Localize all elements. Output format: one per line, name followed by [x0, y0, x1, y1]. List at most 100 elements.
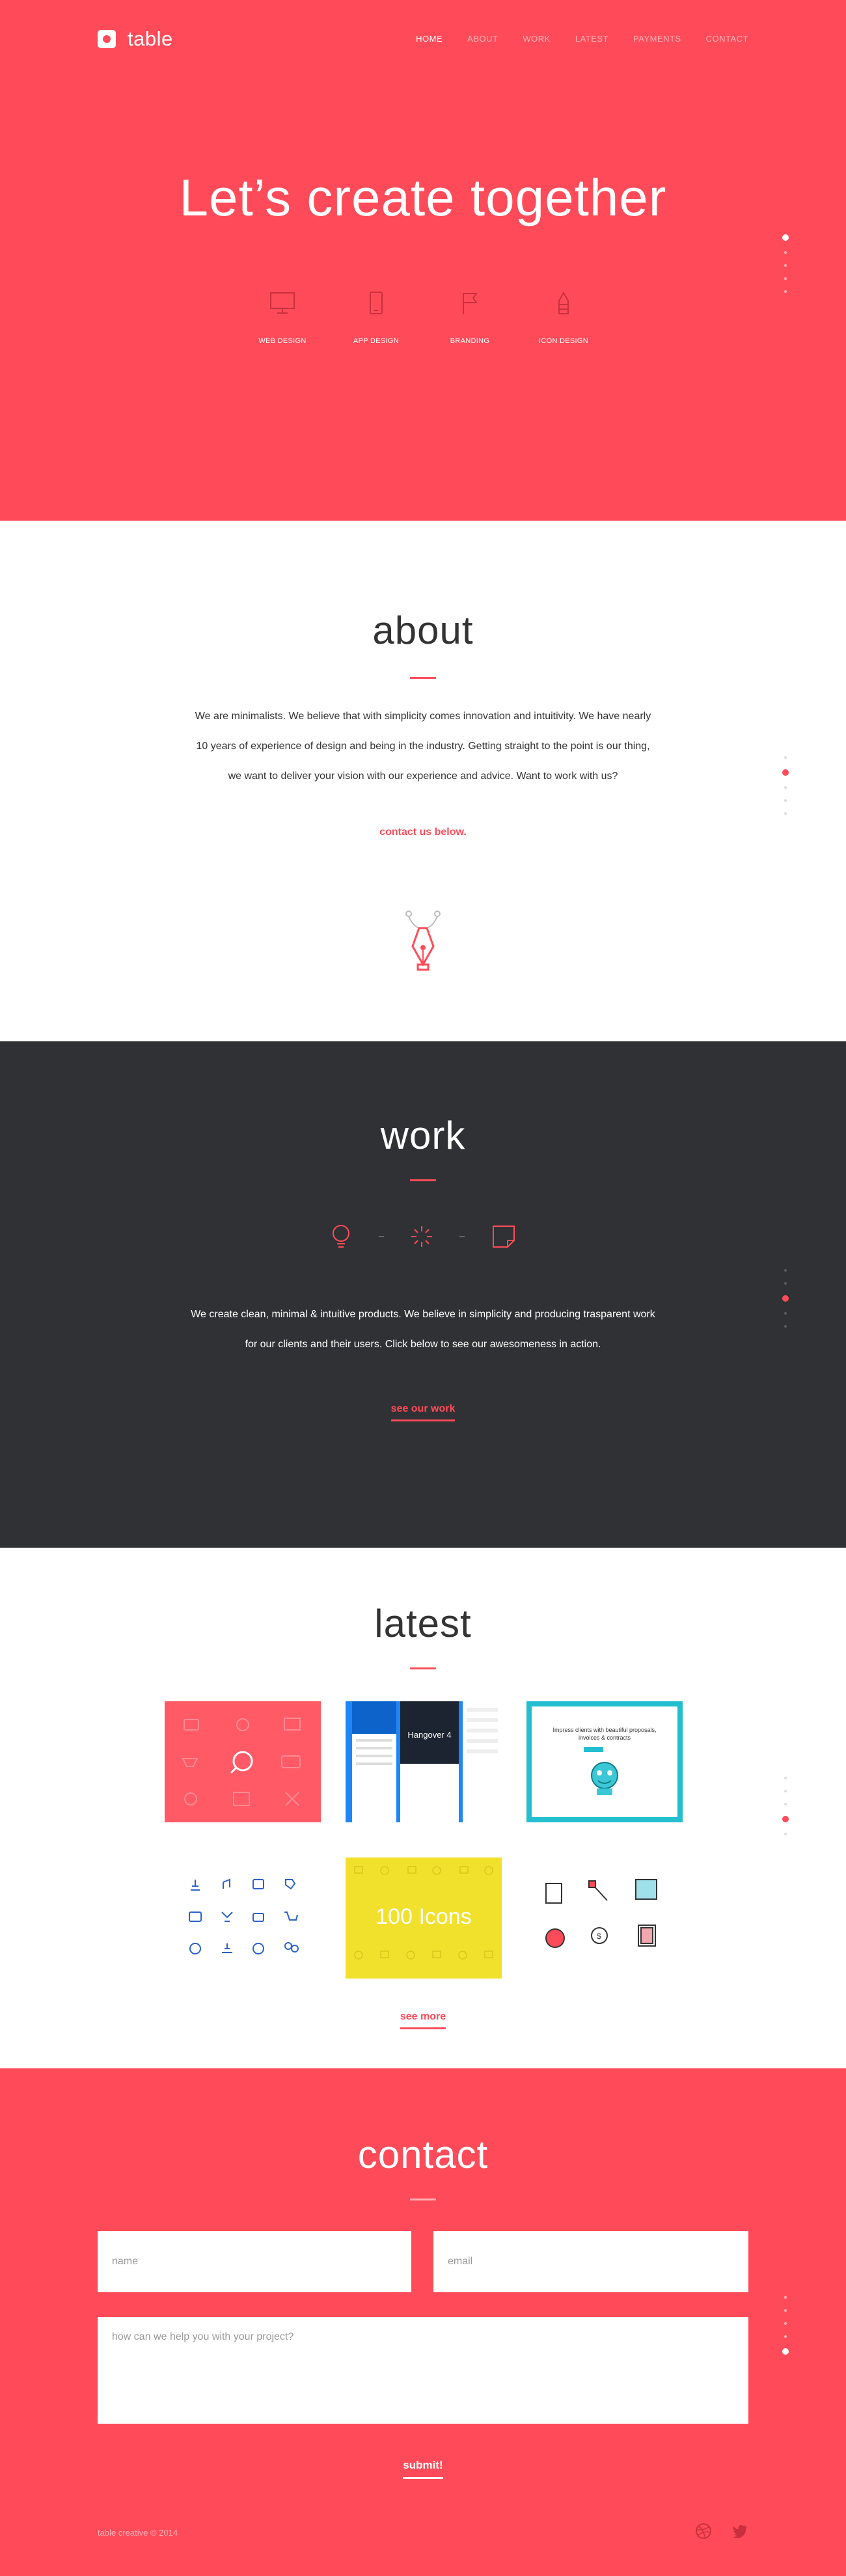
dot[interactable] — [784, 812, 787, 815]
pen-tool-icon — [405, 911, 441, 971]
nav-contact[interactable]: CONTACT — [706, 34, 748, 44]
flag-icon — [463, 293, 478, 314]
dot-active[interactable] — [782, 2348, 789, 2355]
about-line: 10 years of experience of design and bei… — [196, 741, 650, 752]
nav-latest[interactable]: LATEST — [575, 34, 608, 44]
icon-pattern-graphic — [182, 1718, 301, 1806]
logo[interactable]: table — [98, 27, 173, 51]
latest-tile-search[interactable] — [165, 1701, 321, 1822]
latest-tile-hangover[interactable]: Hangover 4 — [346, 1701, 502, 1822]
illustrations-graphic: $ — [545, 1879, 657, 1948]
service-label: WEB DESIGN — [258, 337, 307, 345]
section-dots — [782, 2291, 789, 2360]
about-section: about We are minimalists. We believe tha… — [0, 521, 846, 1041]
dot[interactable] — [784, 799, 787, 802]
hero-section: table HOME ABOUT WORK LATEST PAYMENTS CO… — [0, 0, 846, 521]
dot[interactable] — [784, 786, 787, 789]
sticky-note-icon — [493, 1226, 515, 1248]
work-steps — [0, 1224, 846, 1250]
top-nav: table HOME ABOUT WORK LATEST PAYMENTS CO… — [0, 0, 846, 75]
title-rule — [410, 677, 436, 679]
dot[interactable] — [784, 1312, 787, 1315]
dot[interactable] — [784, 1325, 787, 1328]
name-field[interactable] — [98, 2231, 411, 2292]
copyright-text: table creative © 2014 — [98, 2528, 178, 2538]
work-title: work — [380, 1114, 466, 1157]
dot[interactable] — [784, 251, 787, 254]
see-more-link[interactable]: see more — [400, 2011, 446, 2029]
main-menu: HOME ABOUT WORK LATEST PAYMENTS CONTACT — [391, 34, 748, 44]
dot[interactable] — [784, 2309, 787, 2312]
work-line: for our clients and their users. Click b… — [245, 1339, 601, 1350]
section-dots — [782, 229, 789, 298]
dot[interactable] — [784, 1282, 787, 1285]
work-line: We create clean, minimal & intuitive pro… — [191, 1309, 655, 1320]
dot[interactable] — [784, 264, 787, 267]
about-title: about — [372, 609, 474, 652]
service-app-design[interactable]: APP DESIGN — [329, 292, 423, 346]
proposals-text: Impress clients with beautiful proposals… — [553, 1727, 657, 1741]
pencil-icon — [558, 292, 569, 314]
service-icon-design[interactable]: ICON DESIGN — [517, 292, 610, 346]
dot[interactable] — [784, 2296, 787, 2299]
dot[interactable] — [784, 2335, 787, 2338]
title-rule — [410, 2199, 436, 2200]
nav-payments[interactable]: PAYMENTS — [633, 34, 681, 44]
work-section: work We create clean, minimal & intuitiv… — [0, 1041, 846, 1548]
latest-tile-100-icons[interactable]: 100 Icons — [346, 1857, 502, 1979]
nav-home[interactable]: HOME — [416, 34, 443, 44]
step-separator — [379, 1236, 384, 1237]
title-rule — [410, 1667, 436, 1669]
svg-text:$: $ — [597, 1932, 601, 1941]
dot[interactable] — [784, 290, 787, 293]
title-rule — [410, 1179, 436, 1181]
section-dots — [782, 1264, 789, 1333]
services-list: WEB DESIGN APP DESIGN BRANDING ICON DESI… — [0, 292, 846, 346]
logo-mark-icon — [98, 30, 116, 48]
message-field[interactable] — [98, 2317, 748, 2424]
email-field[interactable] — [433, 2231, 748, 2292]
about-line: we want to deliver your vision with our … — [228, 771, 618, 782]
phone-icon — [370, 292, 383, 314]
service-branding[interactable]: BRANDING — [423, 292, 517, 346]
contact-us-link[interactable]: contact us below. — [379, 827, 467, 838]
dot[interactable] — [784, 2322, 787, 2325]
section-dots — [782, 751, 789, 820]
hero-title: Let’s create together — [179, 169, 667, 226]
dot-active[interactable] — [782, 1295, 789, 1302]
dot[interactable] — [784, 1777, 787, 1779]
monster-mascot-icon — [591, 1762, 618, 1795]
contact-title: contact — [357, 2133, 489, 2176]
dribbble-icon[interactable] — [695, 2523, 712, 2540]
icons-count-text: 100 Icons — [375, 1904, 472, 1929]
service-web-design[interactable]: WEB DESIGN — [236, 292, 329, 346]
service-label: APP DESIGN — [353, 337, 400, 345]
about-line: We are minimalists. We believe that with… — [195, 711, 651, 722]
dot[interactable] — [784, 1803, 787, 1805]
social-links — [695, 2523, 748, 2540]
submit-button[interactable]: submit! — [403, 2459, 443, 2479]
lightbulb-icon — [333, 1225, 349, 1248]
dot[interactable] — [784, 1790, 787, 1792]
latest-tile-proposals[interactable]: Impress clients with beautiful proposals… — [526, 1701, 683, 1822]
dot[interactable] — [784, 756, 787, 759]
twitter-icon[interactable] — [731, 2523, 748, 2540]
nav-work[interactable]: WORK — [523, 34, 550, 44]
dot-active[interactable] — [782, 234, 789, 241]
hangover-title: Hangover 4 — [407, 1730, 452, 1740]
nav-about[interactable]: ABOUT — [467, 34, 498, 44]
dot[interactable] — [784, 277, 787, 280]
dot[interactable] — [784, 1269, 787, 1272]
dot-active[interactable] — [782, 769, 789, 776]
latest-section: latest Hangover 4 Impress clients with b… — [0, 1548, 846, 2068]
see-our-work-link[interactable]: see our work — [390, 1403, 456, 1421]
section-dots — [782, 1772, 789, 1841]
logo-text: table — [128, 27, 173, 50]
latest-tile-illustrations[interactable]: $ — [526, 1857, 683, 1979]
dot-active[interactable] — [782, 1816, 789, 1822]
latest-tile-icon-set[interactable] — [165, 1857, 321, 1979]
step-separator — [459, 1236, 465, 1237]
dot[interactable] — [784, 1833, 787, 1835]
loading-spinner-icon — [411, 1226, 432, 1247]
service-label: BRANDING — [450, 337, 490, 345]
